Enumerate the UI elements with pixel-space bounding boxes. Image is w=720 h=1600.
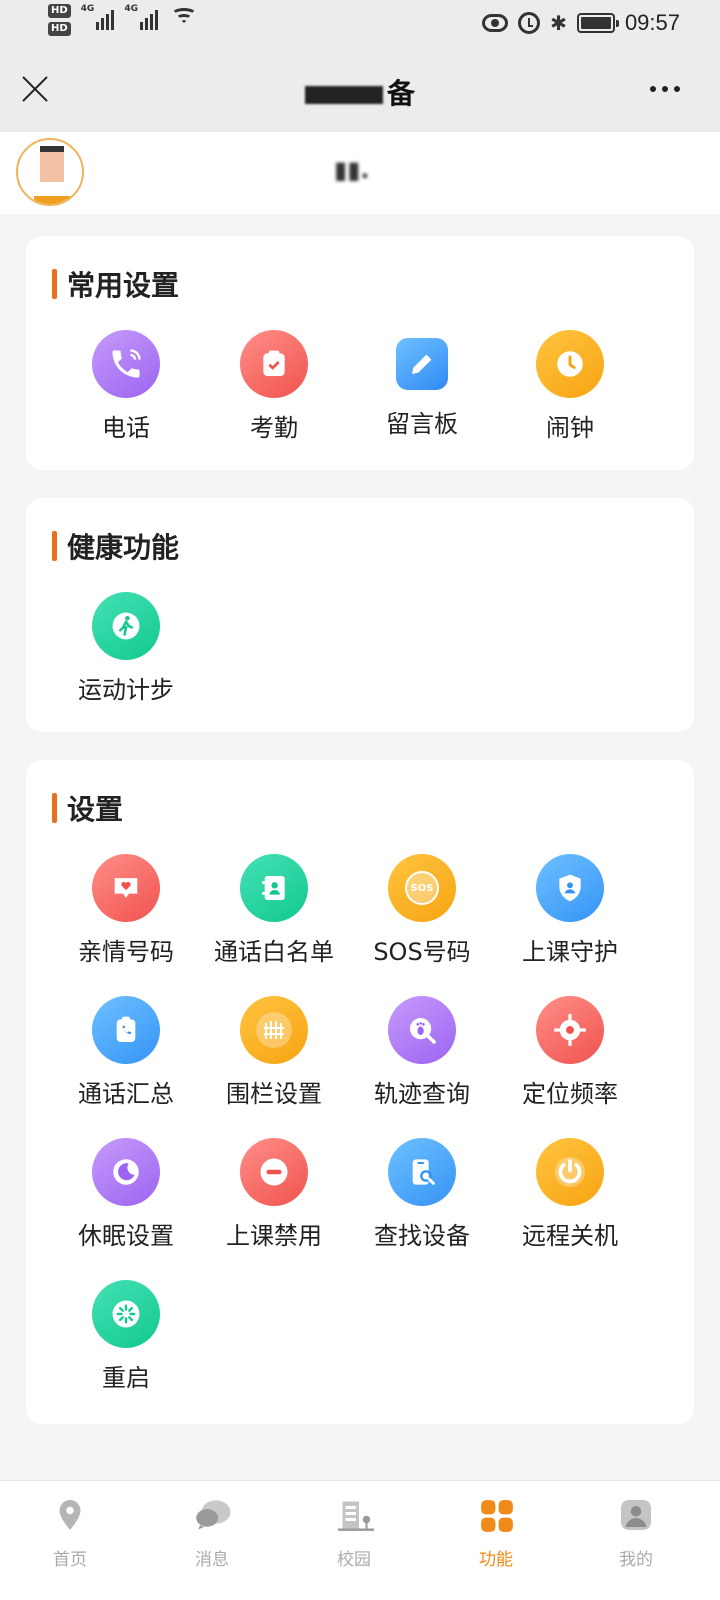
signal-icon: 4G	[81, 4, 115, 30]
page-title: 备	[0, 72, 720, 112]
phone-icon	[92, 330, 160, 398]
card-settings: 设置 亲情号码 通话白名单 SOS SOS号码 上课守护 通话汇总 围栏设置 轨…	[26, 760, 694, 1424]
device-profile[interactable]: ▮▮.	[0, 132, 720, 214]
tab-mine[interactable]: 我的	[576, 1497, 696, 1570]
sleep-moon-icon: z	[92, 1138, 160, 1206]
call-log-icon	[92, 996, 160, 1064]
device-name: ▮▮.	[334, 156, 370, 184]
more-options-icon[interactable]	[650, 86, 680, 92]
signal-icon: 4G	[124, 4, 158, 30]
item-call-whitelist[interactable]: 通话白名单	[200, 854, 348, 967]
footprint-search-icon	[388, 996, 456, 1064]
tab-campus[interactable]: 校园	[294, 1497, 414, 1570]
item-phone[interactable]: 电话	[52, 330, 200, 443]
tab-home[interactable]: 首页	[10, 1497, 130, 1570]
function-grid-icon	[478, 1497, 514, 1533]
card-common-settings: 常用设置 电话 考勤 留言板 闹钟	[26, 236, 694, 470]
pencil-note-icon	[396, 338, 448, 390]
item-message-board[interactable]: 留言板	[348, 330, 496, 439]
item-find-device[interactable]: 查找设备	[348, 1138, 496, 1251]
status-right: ✱ 09:57	[482, 10, 680, 36]
battery-icon	[576, 13, 619, 33]
tab-messages[interactable]: 消息	[152, 1497, 272, 1570]
hd-badge: HD	[48, 22, 71, 36]
shield-user-icon	[536, 854, 604, 922]
section-title: 常用设置	[67, 269, 180, 302]
school-building-icon	[336, 1497, 374, 1533]
item-class-disable[interactable]: 上课禁用	[200, 1138, 348, 1251]
no-entry-icon	[240, 1138, 308, 1206]
status-left: HD HD 4G 4G	[48, 4, 198, 36]
card-health: 健康功能 运动计步	[26, 498, 694, 732]
sos-icon: SOS	[388, 854, 456, 922]
power-icon	[536, 1138, 604, 1206]
item-remote-shutdown[interactable]: 远程关机	[496, 1138, 644, 1251]
item-call-summary[interactable]: 通话汇总	[52, 996, 200, 1109]
walking-person-icon	[92, 592, 160, 660]
redacted-text	[304, 86, 383, 104]
attendance-clipboard-icon	[240, 330, 308, 398]
locate-target-icon	[536, 996, 604, 1064]
clock-time: 09:57	[624, 10, 680, 35]
eye-icon	[482, 14, 509, 32]
item-sleep-settings[interactable]: z 休眠设置	[52, 1138, 200, 1251]
status-bar: HD HD 4G 4G ✱ 09:57	[0, 0, 720, 48]
section-title: 设置	[67, 793, 124, 826]
restart-icon	[92, 1280, 160, 1348]
heart-message-icon	[92, 854, 160, 922]
find-device-icon	[388, 1138, 456, 1206]
section-title: 健康功能	[67, 531, 180, 564]
alarm-icon	[518, 12, 541, 34]
item-sos-number[interactable]: SOS SOS号码	[348, 854, 496, 967]
item-restart[interactable]: 重启	[52, 1280, 200, 1393]
svg-text:z: z	[130, 1162, 134, 1171]
home-location-icon	[52, 1497, 88, 1533]
item-family-numbers[interactable]: 亲情号码	[52, 854, 200, 967]
contact-book-icon	[240, 854, 308, 922]
item-step-counter[interactable]: 运动计步	[52, 592, 200, 705]
fence-icon	[240, 996, 308, 1064]
item-fence-settings[interactable]: 围栏设置	[200, 996, 348, 1109]
wifi-icon	[170, 8, 198, 30]
profile-icon	[618, 1497, 654, 1533]
avatar[interactable]	[16, 138, 84, 206]
hd-badge: HD	[48, 4, 71, 18]
item-track-query[interactable]: 轨迹查询	[348, 996, 496, 1109]
bottom-tab-bar: 首页 消息 校园 功能 我的	[0, 1480, 720, 1600]
item-class-guard[interactable]: 上课守护	[496, 854, 644, 967]
bluetooth-icon: ✱	[550, 11, 567, 35]
item-attendance[interactable]: 考勤	[200, 330, 348, 443]
item-location-frequency[interactable]: 定位频率	[496, 996, 644, 1109]
alarm-clock-icon	[536, 330, 604, 398]
tab-functions[interactable]: 功能	[436, 1497, 556, 1570]
item-alarm[interactable]: 闹钟	[496, 330, 644, 443]
title-bar: 备	[0, 48, 720, 132]
message-bubble-icon	[194, 1497, 231, 1533]
